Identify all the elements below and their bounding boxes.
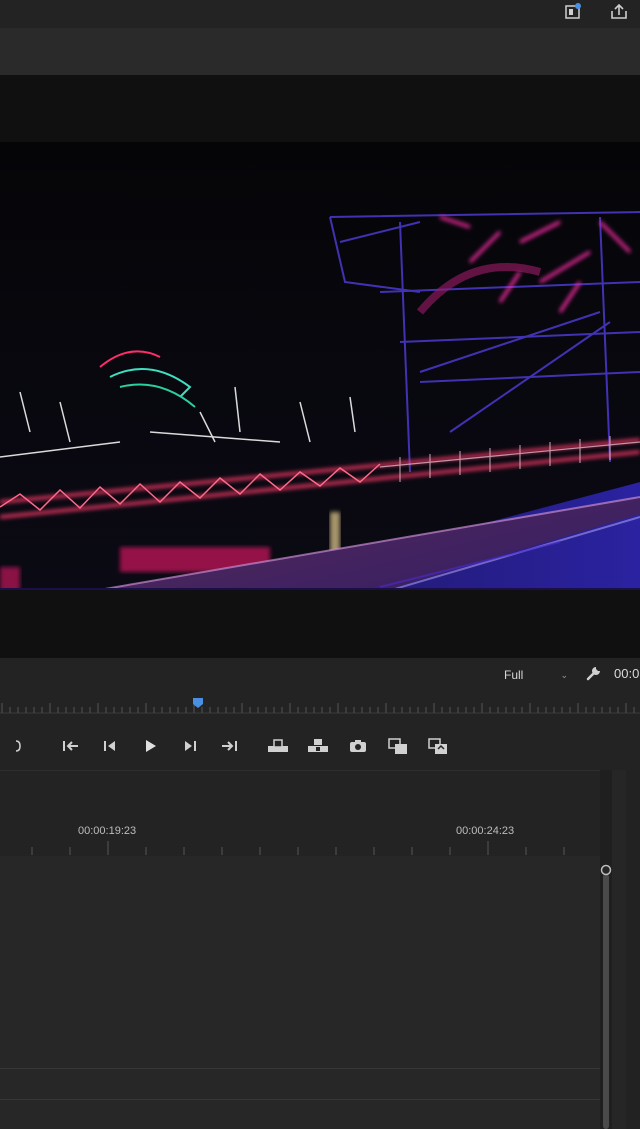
ruler-timecode: 00:00:19:23 [78, 825, 137, 837]
chevron-down-icon: ⌄ [560, 669, 568, 680]
step-forward-icon[interactable] [178, 736, 202, 756]
playhead-icon[interactable] [192, 696, 204, 708]
scrollbar-track[interactable] [603, 874, 609, 1129]
toggle-proxies-icon[interactable] [426, 736, 450, 756]
ruler-timecode: 00:00:24:23 [456, 825, 515, 837]
time-ruler[interactable]: 00:00:19:23 00:00:24:23 [0, 770, 600, 857]
step-back-icon[interactable] [98, 736, 122, 756]
scroll-handle-icon[interactable] [600, 863, 612, 876]
panel-edge [626, 770, 640, 1129]
top-bar [0, 0, 640, 29]
track-divider [0, 1068, 600, 1069]
play-icon[interactable] [138, 736, 162, 756]
compare-view-icon[interactable] [386, 736, 410, 756]
monitor-controls: Full ⌄ 00:0 [0, 658, 640, 770]
wrench-icon[interactable] [585, 664, 603, 682]
panel-header [0, 29, 640, 75]
panel-menu-icon[interactable] [562, 2, 584, 22]
transport-bar [0, 730, 640, 764]
export-frame-icon[interactable] [346, 736, 370, 756]
video-frame[interactable] [0, 142, 640, 590]
go-to-in-icon[interactable] [59, 736, 83, 756]
track-divider [0, 1099, 600, 1100]
lift-icon[interactable] [266, 736, 290, 756]
timeline-panel: 00:00:19:23 00:00:24:23 [0, 770, 640, 1129]
program-monitor [0, 75, 640, 658]
track-area[interactable] [0, 856, 600, 1129]
extract-icon[interactable] [306, 736, 330, 756]
export-icon[interactable] [608, 2, 630, 22]
mark-out-icon[interactable] [6, 736, 30, 756]
playhead-timecode[interactable]: 00:0 [614, 666, 639, 681]
scrub-bar[interactable] [0, 700, 640, 716]
resolution-value: Full [504, 668, 524, 682]
resolution-select[interactable]: Full ⌄ [500, 666, 572, 684]
go-to-out-icon[interactable] [217, 736, 241, 756]
ruler-ticks [31, 841, 565, 855]
